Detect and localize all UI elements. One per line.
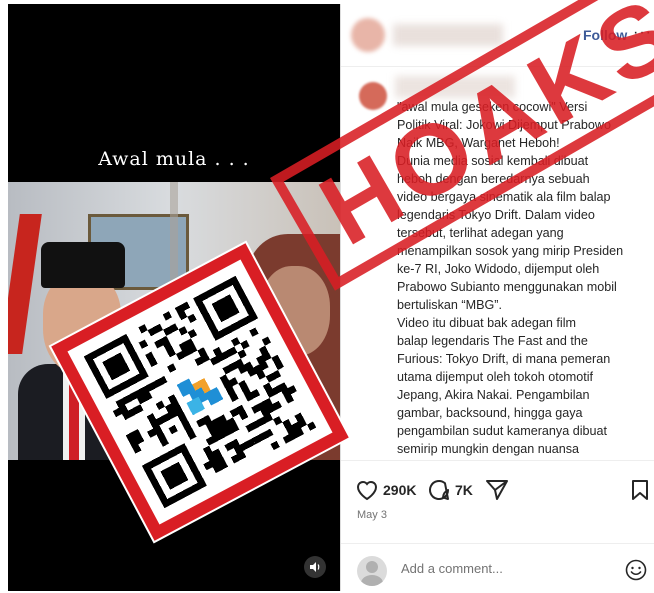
comment-group: 7K xyxy=(427,477,473,503)
caption-line: pengambilan sudut kameranya dibuat xyxy=(397,424,608,438)
like-count: 290K xyxy=(383,482,417,498)
caption-line: utama dijemput oleh tokoh otomotif xyxy=(397,370,594,384)
comment-icon[interactable] xyxy=(427,478,451,502)
caption-line: semirip mungkin dengan nuansa xyxy=(397,442,580,456)
post-date: May 3 xyxy=(357,509,387,521)
caption-line: Jepang, Akira Nakai. Pengambilan xyxy=(397,388,590,402)
comment-input[interactable]: Add a comment... xyxy=(401,561,503,576)
volume-icon[interactable] xyxy=(304,556,326,578)
author-name-blurred[interactable] xyxy=(393,24,503,46)
emoji-icon[interactable] xyxy=(625,559,647,587)
caption-line: Video itu dibuat bak adegan film xyxy=(397,316,577,330)
post-actions: 290K 7K May 3 Add a comment... xyxy=(341,460,654,592)
comment-bar: Add a comment... xyxy=(341,543,654,593)
caption-avatar[interactable] xyxy=(359,82,387,110)
comment-count: 7K xyxy=(455,482,473,498)
caption-line: Prabowo Subianto menggunakan mobil xyxy=(397,280,617,294)
author-avatar[interactable] xyxy=(351,18,385,52)
current-user-avatar xyxy=(357,556,387,586)
caption-line: gambar, backsound, hingga gaya xyxy=(397,406,583,420)
caption-line: menampilkan sosok yang mirip Presiden xyxy=(397,244,624,258)
heart-icon[interactable] xyxy=(355,479,379,501)
caption-line: Furious: Tokyo Drift, di mana pemeran xyxy=(397,352,611,366)
caption-line: bertuliskan “MBG”. xyxy=(397,298,502,312)
share-icon[interactable] xyxy=(485,477,509,503)
person-left-peci xyxy=(41,242,125,288)
bookmark-icon[interactable] xyxy=(631,477,649,503)
like-group: 290K xyxy=(355,477,416,503)
caption-line: balap legendaris The Fast and the xyxy=(397,334,588,348)
caption-line: ke-7 RI, Joko Widodo, dijemput oleh xyxy=(397,262,600,276)
